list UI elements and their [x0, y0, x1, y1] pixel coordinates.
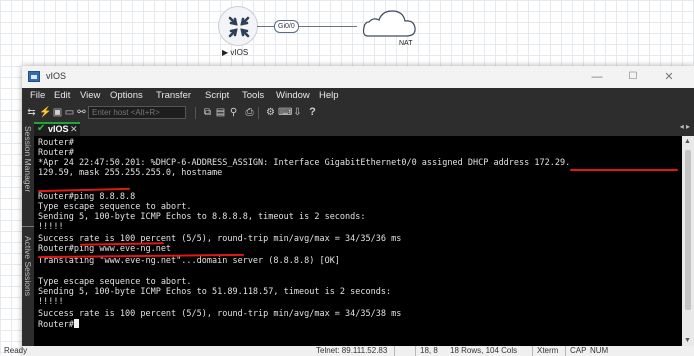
nat-label: NAT — [399, 40, 413, 47]
status-cursor-position: 18, 8 — [420, 346, 438, 355]
paste-icon[interactable]: ▤ — [215, 107, 226, 118]
terminal-line: !!!!! — [38, 297, 64, 307]
status-divider — [394, 346, 395, 356]
close-button[interactable]: ✕ — [654, 69, 684, 85]
router-icon — [228, 16, 250, 38]
terminal-line: *Apr 24 22:47:50.201: %DHCP-6-ADDRESS_AS… — [38, 158, 571, 168]
terminal-output[interactable]: Router# Router# *Apr 24 22:47:50.201: %D… — [34, 136, 682, 346]
status-terminal-type: Xterm — [537, 346, 559, 355]
find-icon[interactable]: ⚲ — [228, 107, 239, 118]
toolbar-divider — [258, 107, 259, 119]
scroll-up-arrow-icon[interactable]: ▲ — [684, 138, 691, 145]
terminal-line: Type escape sequence to abort. — [38, 202, 192, 212]
dhcp-address-underline — [570, 169, 678, 171]
connected-check-icon: ✔ — [37, 123, 46, 134]
tab-close-icon[interactable]: ✕ — [70, 124, 78, 135]
nat-cloud-icon[interactable] — [356, 8, 420, 40]
router-node[interactable] — [218, 6, 258, 46]
terminal-line: Success rate is 100 percent (5/5), round… — [38, 309, 402, 319]
keymap-icon[interactable]: ⌨ — [278, 107, 292, 118]
maximize-button[interactable]: ☐ — [618, 69, 648, 85]
terminal-line: Router# — [38, 138, 74, 148]
menu-options[interactable]: Options — [110, 90, 143, 101]
terminal-line: Router# — [38, 148, 74, 158]
terminal-line: Type escape sequence to abort. — [38, 277, 192, 287]
print-icon[interactable]: ⎙ — [244, 107, 255, 118]
vertical-scrollbar[interactable]: ▲ ▼ — [682, 136, 694, 346]
router-label: ▶ vIOS — [222, 48, 249, 57]
network-link[interactable] — [257, 26, 357, 27]
menu-window[interactable]: Window — [276, 90, 310, 101]
minimize-button[interactable]: — — [582, 69, 612, 85]
settings-icon[interactable]: ⚙ — [265, 107, 276, 118]
connect-icon[interactable]: ⇆ — [26, 107, 37, 118]
text-cursor — [73, 319, 79, 328]
help-icon[interactable]: ? — [307, 107, 318, 118]
menu-view[interactable]: View — [80, 90, 100, 101]
terminal-prompt-line: Router# — [38, 319, 79, 330]
lightning-icon[interactable]: ⚡ — [39, 107, 51, 118]
status-caps: CAP — [570, 346, 587, 355]
menu-script[interactable]: Script — [205, 90, 229, 101]
title-bar[interactable]: vIOS — ☐ ✕ — [22, 66, 694, 89]
menu-bar: File Edit View Options Transfer Script T… — [22, 88, 694, 104]
window-title: vIOS — [46, 71, 67, 81]
scroll-down-arrow-icon[interactable]: ▼ — [684, 337, 691, 344]
tab-vios[interactable]: ✔ vIOS ✕ — [34, 122, 80, 136]
terminal-line: !!!!! — [38, 222, 64, 232]
link-icon[interactable]: ⚯ — [76, 107, 87, 118]
menu-tools[interactable]: Tools — [242, 90, 264, 101]
side-panel-divider — [22, 226, 34, 233]
menu-transfer[interactable]: Transfer — [156, 90, 191, 101]
status-divider — [415, 346, 416, 356]
menu-edit[interactable]: Edit — [54, 90, 70, 101]
copy-icon[interactable]: ⧉ — [202, 107, 213, 118]
terminal-line: Router#ping 8.8.8.8 — [38, 192, 136, 202]
toolbar-divider — [195, 107, 196, 119]
status-connection: Telnet: 89.111.52.83 — [316, 346, 388, 355]
scroll-thumb[interactable] — [685, 150, 691, 310]
app-icon — [28, 71, 40, 82]
disconnect-icon[interactable]: ▭ — [64, 107, 75, 118]
menu-help[interactable]: Help — [319, 90, 339, 101]
terminal-window: vIOS — ☐ ✕ File Edit View Options Transf… — [4, 66, 694, 356]
toolbar: ⇆ ⚡ ▣ ▭ ⚯ ⧉ ▤ ⚲ ⎙ ⚙ ⌨ ⇩ ? — [22, 104, 694, 123]
side-panel: Session Manager Active Sessions — [22, 122, 34, 346]
tab-label: vIOS — [48, 124, 69, 134]
sftp-icon[interactable]: ⇩ — [292, 107, 303, 118]
terminal-line: Router#ping www.eve-ng.net — [38, 244, 172, 254]
active-sessions-tab[interactable]: Active Sessions — [22, 236, 34, 296]
status-terminal-size: 18 Rows, 104 Cols — [450, 346, 518, 355]
tab-nav-arrows[interactable]: ◂ ▸ — [680, 122, 690, 131]
tab-bar: ✔ vIOS ✕ ◂ ▸ — [34, 122, 694, 136]
menu-file[interactable]: File — [30, 90, 45, 101]
session-manager-tab[interactable]: Session Manager — [22, 126, 34, 192]
interface-badge: Gi0/0 — [274, 20, 299, 33]
terminal-line: Sending 5, 100-byte ICMP Echos to 51.89.… — [38, 287, 392, 297]
status-divider — [532, 346, 533, 356]
reconnect-icon[interactable]: ▣ — [52, 107, 63, 118]
terminal-line: Sending 5, 100-byte ICMP Echos to 8.8.8.… — [38, 212, 366, 222]
status-num: NUM — [590, 346, 609, 355]
status-divider — [565, 346, 566, 356]
status-bar: Ready Telnet: 89.111.52.83 18, 8 18 Rows… — [4, 346, 694, 356]
status-ready: Ready — [4, 346, 28, 355]
terminal-line: 129.59, mask 255.255.255.0, hostname — [38, 168, 223, 178]
host-input[interactable] — [88, 106, 186, 119]
prompt-text: Router# — [38, 320, 74, 330]
